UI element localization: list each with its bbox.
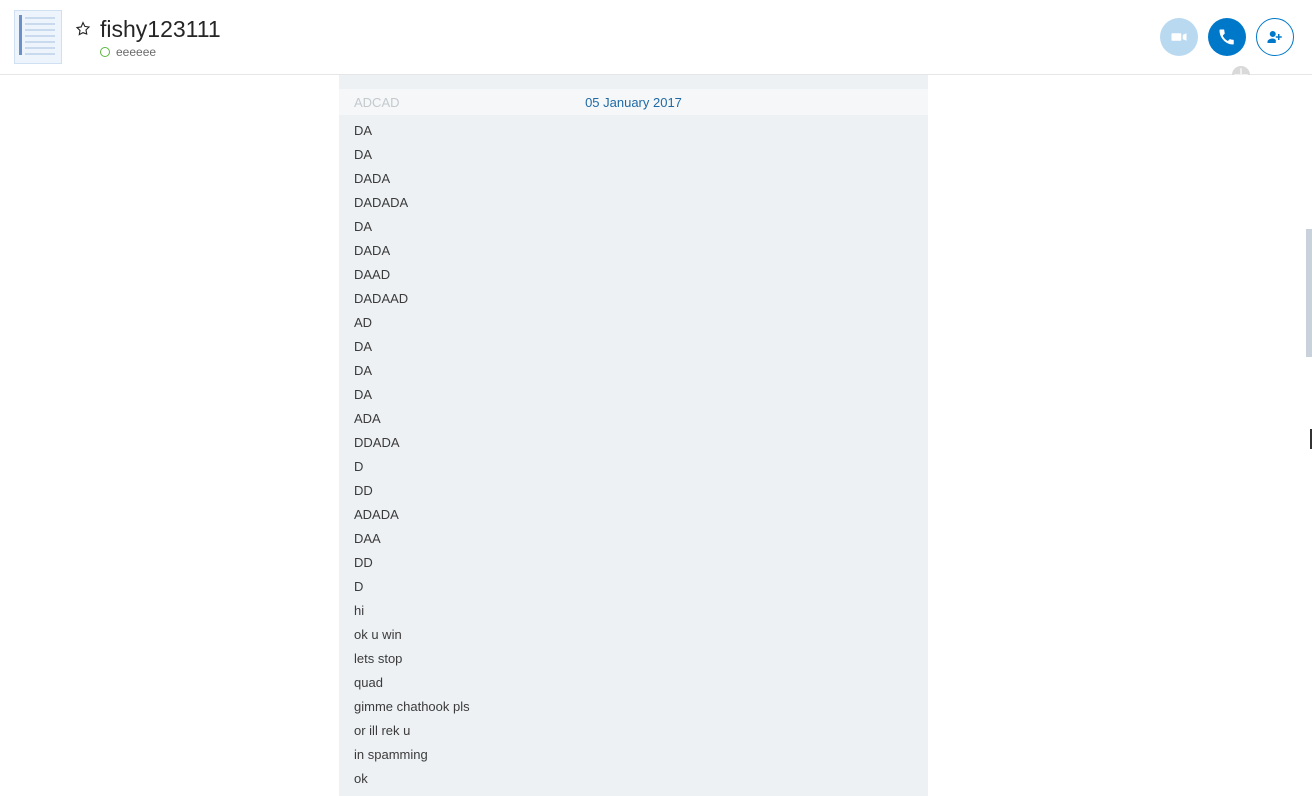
status-text[interactable]: eeeeee	[116, 45, 156, 59]
message[interactable]: DAAD	[354, 263, 918, 287]
message[interactable]: DA	[354, 119, 918, 143]
message[interactable]: DADADA	[354, 191, 918, 215]
message[interactable]: ok	[354, 767, 918, 791]
message[interactable]: ADADA	[354, 503, 918, 527]
contact-info: fishy123111 eeeeee	[74, 16, 221, 59]
message[interactable]: D	[354, 575, 918, 599]
chat-panel[interactable]: ADCAD 05 January 2017 DADADADADADADADADA…	[339, 75, 928, 796]
message[interactable]: hi	[354, 599, 918, 623]
message[interactable]: D	[354, 455, 918, 479]
date-separator-label: 05 January 2017	[585, 95, 682, 110]
message[interactable]: DADA	[354, 167, 918, 191]
message[interactable]: lets stop	[354, 647, 918, 671]
date-separator: ADCAD 05 January 2017	[339, 89, 928, 115]
message[interactable]: DA	[354, 359, 918, 383]
add-contact-button[interactable]	[1256, 18, 1294, 56]
message[interactable]: DD	[354, 479, 918, 503]
message[interactable]: ok u win	[354, 623, 918, 647]
message[interactable]: DADA	[354, 239, 918, 263]
message[interactable]: AD	[354, 311, 918, 335]
message[interactable]: gimme chathook pls	[354, 695, 918, 719]
scrollbar-thumb[interactable]	[1306, 229, 1312, 357]
message[interactable]: ADA	[354, 407, 918, 431]
message[interactable]: DAA	[354, 527, 918, 551]
message-list: DADADADADADADADADADADAADDADAADADDADADAAD…	[354, 119, 918, 791]
header-actions	[1160, 18, 1294, 56]
message[interactable]: DA	[354, 383, 918, 407]
message[interactable]: DD	[354, 551, 918, 575]
message[interactable]: quad	[354, 671, 918, 695]
video-call-button[interactable]	[1160, 18, 1198, 56]
favorite-star-icon[interactable]	[74, 20, 92, 38]
message[interactable]: DA	[354, 143, 918, 167]
contact-avatar[interactable]	[14, 10, 62, 64]
message[interactable]: or ill rek u	[354, 719, 918, 743]
audio-call-button[interactable]	[1208, 18, 1246, 56]
message[interactable]: DADAAD	[354, 287, 918, 311]
contact-name[interactable]: fishy123111	[100, 16, 221, 43]
partial-message: ADCAD	[354, 95, 400, 110]
message[interactable]: DDADA	[354, 431, 918, 455]
conversation-body: ADCAD 05 January 2017 DADADADADADADADADA…	[0, 75, 1312, 796]
message[interactable]: DA	[354, 335, 918, 359]
presence-online-icon	[100, 47, 110, 57]
message[interactable]: DA	[354, 215, 918, 239]
message[interactable]: in spamming	[354, 743, 918, 767]
conversation-header: fishy123111 eeeeee	[0, 0, 1312, 75]
